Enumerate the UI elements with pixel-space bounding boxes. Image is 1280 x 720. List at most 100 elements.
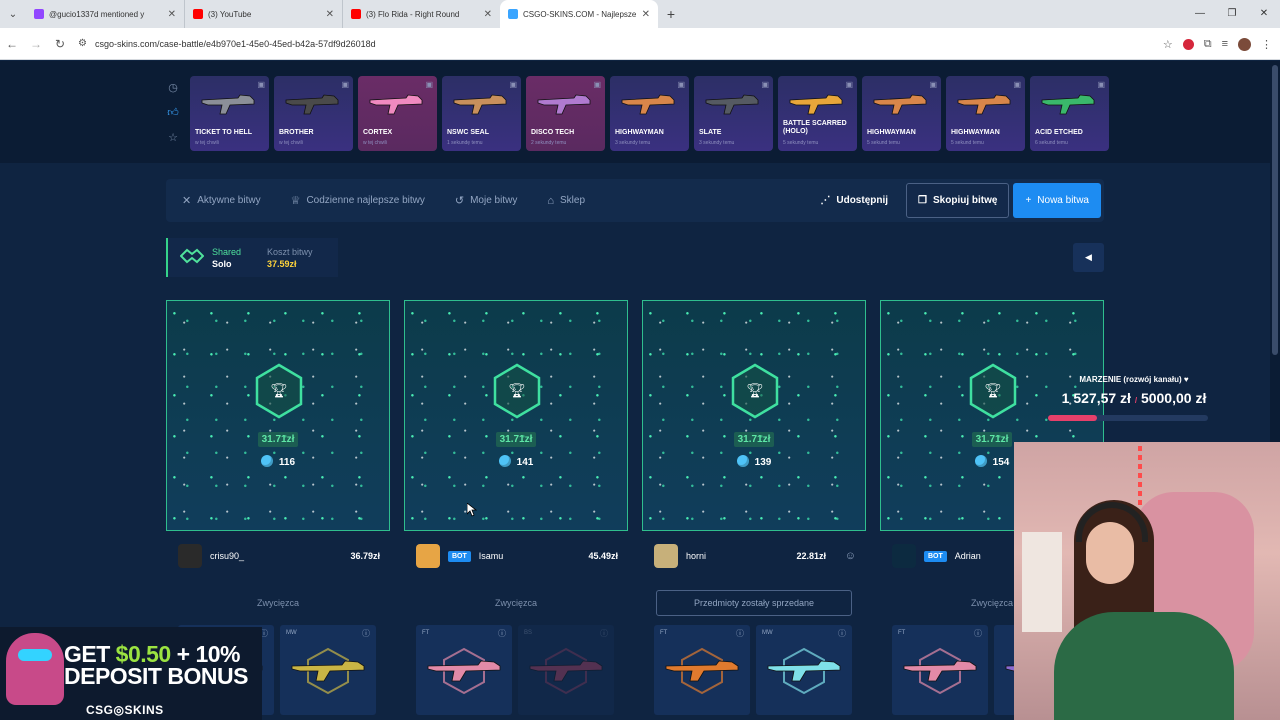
info-icon[interactable]: ⓘ: [600, 628, 608, 639]
live-drop-card[interactable]: ▣ HIGHWAYMAN 3 sekundy temu: [610, 76, 689, 151]
close-tab-icon[interactable]: ✕: [326, 9, 334, 20]
copy-battle-button[interactable]: ❐ Skopiuj bitwę: [906, 183, 1010, 218]
drop-time: 3 sekundy temu: [699, 140, 735, 146]
svg-text:🏆︎: 🏆︎: [270, 382, 288, 399]
drop-time: 2 sekundy temu: [531, 140, 567, 146]
back-icon[interactable]: ←: [0, 37, 24, 51]
player-status: Zwycięzca: [166, 581, 390, 625]
live-drop-card[interactable]: ▣ HIGHWAYMAN 5 sekund temu: [862, 76, 941, 151]
info-icon[interactable]: ⓘ: [498, 628, 506, 639]
case-icon: ▣: [257, 80, 265, 89]
ticket-coin-icon: [736, 455, 749, 467]
sound-toggle-button[interactable]: ◀: [1073, 243, 1104, 272]
player-name[interactable]: crisu90_: [210, 551, 244, 561]
profile-avatar[interactable]: [1238, 37, 1251, 51]
avatar[interactable]: [892, 544, 916, 568]
url-field[interactable]: ⚙ csgo-skins.com/case-battle/e4b970e1-45…: [78, 32, 1138, 56]
player-arena: 🏆︎ 31.71zł 139: [642, 300, 866, 531]
tab-search-icon[interactable]: ⌄: [0, 0, 26, 28]
drop-time: 3 sekundy temu: [615, 140, 651, 146]
player-tickets-value: 139: [754, 457, 772, 468]
media-controls-icon[interactable]: ≡: [1222, 38, 1228, 50]
player-value: 45.49zł: [588, 551, 618, 561]
forward-icon[interactable]: →: [24, 37, 48, 51]
share-label: Udostępnij: [836, 195, 889, 206]
avatar[interactable]: [654, 544, 678, 568]
won-item-card[interactable]: FT ⓘ: [654, 625, 750, 715]
live-drop-card[interactable]: ▣ SLATE 3 sekundy temu: [694, 76, 773, 151]
share-button[interactable]: ⋰ Udostępnij: [806, 183, 902, 218]
star-icon[interactable]: ☆: [166, 131, 180, 144]
case-icon: ▣: [1013, 80, 1021, 89]
speaker-icon: ◀: [1085, 252, 1092, 262]
live-drop-card[interactable]: ▣ TICKET TO HELL w tej chwili: [190, 76, 269, 151]
close-window-icon[interactable]: ✕: [1248, 0, 1280, 28]
goal-progress-fill: [1048, 415, 1097, 421]
drop-time: 5 sekund temu: [951, 140, 984, 146]
scrollbar-thumb[interactable]: [1272, 65, 1278, 355]
emoji-icon[interactable]: ☺: [845, 550, 856, 562]
player-amount: 31.71zł: [405, 429, 627, 447]
battle-actions: ⋰ Udostępnij ❐ Skopiuj bitwę + Nowa bitwa: [806, 183, 1101, 218]
bookmark-star-icon[interactable]: ☆: [1163, 38, 1173, 51]
won-item-card[interactable]: FT ⓘ: [416, 625, 512, 715]
close-tab-icon[interactable]: ✕: [484, 9, 492, 20]
site-info-icon[interactable]: ⚙: [78, 38, 87, 49]
nav-active-battles[interactable]: ✕ Aktywne bitwy: [182, 194, 261, 207]
weapon-icon: [704, 90, 760, 120]
live-drop-card[interactable]: ▣ BATTLE SCARRED (HOLO) 5 sekundy temu: [778, 76, 857, 151]
svg-text:🏆︎: 🏆︎: [746, 382, 764, 399]
browser-tab[interactable]: (3) Flo Rida - Right Round ✕: [342, 0, 500, 28]
clock-icon[interactable]: ◷: [166, 81, 180, 94]
thumbs-up-icon[interactable]: 👍︎: [166, 106, 180, 119]
goal-current: 1 527,57 zł: [1061, 390, 1131, 406]
browser-menu-icon[interactable]: ⋮: [1261, 38, 1272, 51]
won-items: FT ⓘ MW ⓘ: [642, 625, 866, 715]
case-icon: ▣: [1097, 80, 1105, 89]
browser-tab[interactable]: (3) YouTube ✕: [184, 0, 342, 28]
player-name[interactable]: horni: [686, 551, 706, 561]
case-icon: ▣: [425, 80, 433, 89]
browser-tab-bar: ⌄ @gucio1337d mentioned y ✕ (3) YouTube …: [0, 0, 1280, 28]
live-drop-card[interactable]: ▣ DISCO TECH 2 sekundy temu: [526, 76, 605, 151]
browser-tab[interactable]: @gucio1337d mentioned y ✕: [26, 0, 184, 28]
item-wear: BS: [524, 630, 533, 636]
live-drop-card[interactable]: ▣ BROTHER w tej chwili: [274, 76, 353, 151]
browser-tab[interactable]: CSGO-SKINS.COM - Najlepsze ✕: [500, 0, 658, 28]
live-drop-card[interactable]: ▣ HIGHWAYMAN 5 sekund temu: [946, 76, 1025, 151]
close-tab-icon[interactable]: ✕: [642, 9, 650, 20]
live-drop-card[interactable]: ▣ ACID ETCHED 6 sekund temu: [1030, 76, 1109, 151]
window-controls: — ❐ ✕: [1184, 0, 1280, 28]
weapon-icon: [426, 657, 502, 685]
close-tab-icon[interactable]: ✕: [168, 9, 176, 20]
player-name[interactable]: Adrian: [955, 551, 981, 561]
info-icon[interactable]: ⓘ: [974, 628, 982, 639]
maximize-icon[interactable]: ❐: [1216, 0, 1248, 28]
won-item-card[interactable]: BS ⓘ: [518, 625, 614, 715]
nav-my-battles[interactable]: ↺ Moje bitwy: [455, 194, 517, 207]
won-item-card[interactable]: MW ⓘ: [756, 625, 852, 715]
live-drop-card[interactable]: ▣ NSWC SEAL 1 sekundę temu: [442, 76, 521, 151]
info-icon[interactable]: ⓘ: [838, 628, 846, 639]
nav-daily-best[interactable]: ♕ Codzienne najlepsze bitwy: [291, 194, 425, 207]
extensions-icon[interactable]: ⧉: [1204, 38, 1212, 51]
bot-badge: BOT: [924, 550, 947, 562]
info-icon[interactable]: ⓘ: [736, 628, 744, 639]
avatar[interactable]: [178, 544, 202, 568]
minimize-icon[interactable]: —: [1184, 0, 1216, 28]
player-amount-value: 31.71zł: [495, 432, 537, 447]
nav-shop[interactable]: ⌂ Sklep: [547, 195, 585, 207]
reload-icon[interactable]: ↻: [48, 37, 72, 51]
info-icon[interactable]: ⓘ: [362, 628, 370, 639]
goal-title: MARZENIE (rozwój kanału) ♥: [1079, 375, 1189, 384]
won-item-card[interactable]: FT ⓘ: [892, 625, 988, 715]
extension-record-icon[interactable]: [1182, 38, 1194, 50]
won-item-card[interactable]: MW ⓘ: [280, 625, 376, 715]
new-battle-button[interactable]: + Nowa bitwa: [1013, 183, 1101, 218]
trophy-icon: 🏆︎: [492, 363, 542, 419]
player-name[interactable]: Isamu: [479, 551, 504, 561]
new-tab-button[interactable]: +: [658, 6, 684, 22]
tab-title: (3) Flo Rida - Right Round: [366, 9, 460, 19]
live-drop-card[interactable]: ▣ CORTEX w tej chwili: [358, 76, 437, 151]
avatar[interactable]: [416, 544, 440, 568]
